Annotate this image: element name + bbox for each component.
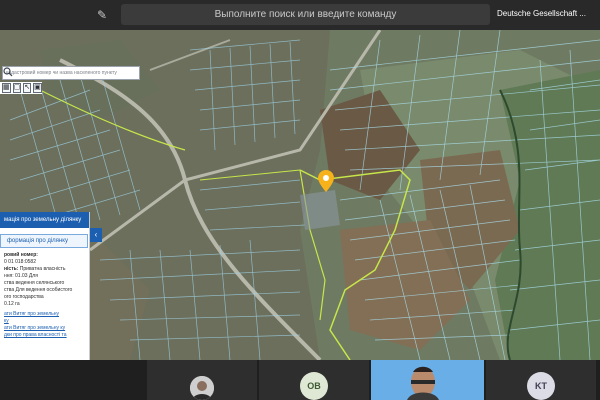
participant-tile[interactable]: OB (259, 360, 369, 400)
tab-parcel-info[interactable]: формація про ділянку (0, 234, 88, 248)
search-placeholder: кадастровий номер чи назва населеного пу… (6, 70, 117, 76)
teams-meeting-window: ✎ Выполните поиск или введите команду De… (0, 0, 600, 400)
cadastral-number-label: ровий номер: (4, 252, 38, 258)
purpose-line-2: ства ведення селянського (4, 280, 65, 286)
extract-link-1[interactable]: ати Витяг про земельну (4, 311, 88, 318)
map-toolbar: ▦ ▢ ↖ ▣ (0, 82, 42, 94)
participant-initials: KT (527, 372, 555, 400)
command-search-box[interactable]: Выполните поиск или введите команду (121, 4, 490, 25)
parcel-details: ровий номер: 0 01 018:0582 ність: Приват… (4, 252, 88, 339)
search-icon[interactable] (3, 67, 13, 77)
extract-link-1b[interactable]: ку (4, 318, 88, 325)
video-feed (371, 360, 484, 400)
cadastral-number-value: 0 01 018:0582 (4, 259, 36, 265)
purpose-line-3: ства Для ведення особистого (4, 287, 73, 293)
area-value: 0.12 га (4, 301, 20, 307)
purpose-line-1: ння: 01.03 Для (4, 273, 38, 279)
compose-icon[interactable]: ✎ (94, 7, 110, 23)
ownership-value: Приватна власність (19, 266, 66, 272)
participant-tile[interactable]: KT (486, 360, 596, 400)
title-bar: ✎ Выполните поиск или введите команду De… (0, 0, 600, 30)
collapse-panel-icon[interactable]: ‹ (90, 228, 102, 242)
ownership-info-link[interactable]: дки про права власності та (4, 332, 88, 339)
participant-initials: OB (300, 372, 328, 400)
participant-video[interactable] (371, 360, 484, 400)
parcel-info-panel: мація про земельну ділянку формація про … (0, 212, 90, 360)
print-tool-icon[interactable]: ▣ (33, 83, 42, 93)
panel-title: мація про земельну ділянку (0, 212, 89, 228)
location-marker-icon[interactable] (318, 170, 334, 192)
participant-tile[interactable] (147, 360, 257, 400)
pointer-tool-icon[interactable]: ↖ (23, 83, 32, 93)
extract-link-2[interactable]: ати Витяг про земельну ку (4, 325, 88, 332)
cadastral-map[interactable]: кадастровий номер чи назва населеного пу… (0, 30, 600, 360)
select-area-tool-icon[interactable]: ▢ (12, 83, 22, 93)
cadastral-search-input[interactable]: кадастровий номер чи назва населеного пу… (2, 66, 140, 80)
purpose-line-4: ого господарства (4, 294, 44, 300)
participant-avatar (190, 376, 214, 400)
participant-strip: OB KT (0, 360, 600, 400)
ownership-label: ність: (4, 266, 19, 272)
layers-tool-icon[interactable]: ▦ (2, 83, 11, 93)
organization-name[interactable]: Deutsche Gesellschaft ... (497, 9, 593, 18)
person-photo-icon (190, 376, 214, 400)
